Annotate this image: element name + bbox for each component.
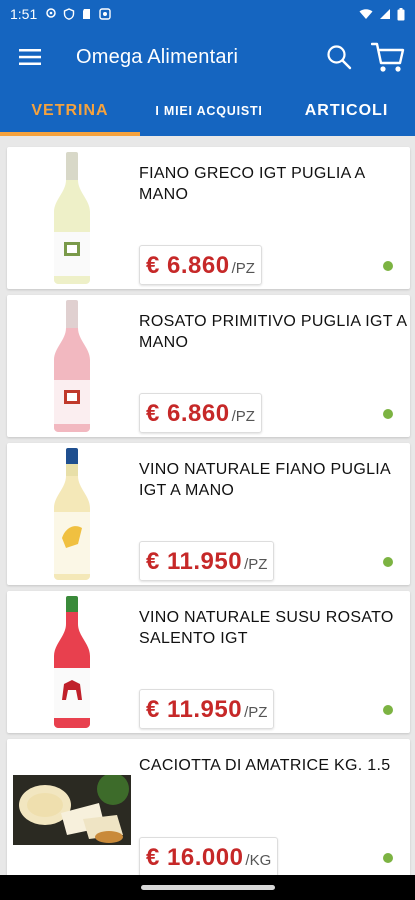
search-button[interactable] [322,40,356,74]
product-card[interactable]: FIANO GRECO IGT PUGLIA A MANO € 6.860 /P… [7,147,410,289]
natural-wine-bottle-icon [54,448,90,580]
product-list[interactable]: FIANO GRECO IGT PUGLIA A MANO € 6.860 /P… [0,140,415,875]
price-box: € 6.860 /PZ [139,245,262,285]
sd-card-icon [83,9,91,19]
availability-dot-icon [383,557,393,567]
product-image [13,448,131,580]
location-icon [46,8,56,18]
price-box: € 6.860 /PZ [139,393,262,433]
price-box: € 16.000 /KG [139,837,279,875]
product-name: VINO NATURALE FIANO PUGLIA IGT A MANO [139,461,391,499]
cheese-photo-icon [13,775,131,845]
product-price: € 11.950 [146,548,243,575]
app-title: Omega Alimentari [76,45,239,68]
product-name: ROSATO PRIMITIVO PUGLIA IGT A MANO [139,313,407,351]
product-card[interactable]: VINO NATURALE SUSU ROSATO SALENTO IGT € … [7,591,410,733]
product-card[interactable]: CACIOTTA DI AMATRICE KG. 1.5 € 16.000 /K… [7,739,410,875]
menu-button[interactable] [0,28,60,86]
cart-icon [371,42,405,72]
product-price: € 6.860 [146,252,230,279]
shield-icon [64,8,75,20]
signal-icon [380,9,390,19]
tab-articoli[interactable]: ARTICOLI [278,86,415,136]
white-wine-bottle-icon [54,152,90,284]
price-unit: /PZ [244,556,268,573]
app-bar: Omega Alimentari [0,28,415,86]
price-box: € 11.950 /PZ [139,689,275,729]
product-price: € 6.860 [146,400,230,427]
red-wine-bottle-icon [54,596,90,728]
product-image [13,596,131,728]
system-nav-bar [0,875,415,900]
product-card[interactable]: VINO NATURALE FIANO PUGLIA IGT A MANO € … [7,443,410,585]
hamburger-icon [19,49,41,65]
rose-wine-bottle-icon [54,300,90,432]
availability-dot-icon [383,853,393,863]
product-price: € 16.000 [146,844,244,871]
availability-dot-icon [383,705,393,715]
availability-dot-icon [383,409,393,419]
status-time: 1:51 [10,6,38,22]
tab-vetrina[interactable]: VETRINA [0,86,140,136]
tab-miei-acquisti[interactable]: I MIEI ACQUISTI [140,86,278,136]
wifi-icon [359,9,373,19]
notification-icon [99,8,111,20]
status-bar: 1:51 [0,0,415,28]
product-image [13,745,131,875]
product-image [13,152,131,284]
battery-icon [397,7,405,20]
tab-bar: VETRINA I MIEI ACQUISTI ARTICOLI [0,86,415,136]
product-card[interactable]: ROSATO PRIMITIVO PUGLIA IGT A MANO € 6.8… [7,295,410,437]
price-unit: /PZ [244,704,268,721]
price-unit: /PZ [231,408,255,425]
product-name: VINO NATURALE SUSU ROSATO SALENTO IGT [139,609,394,647]
cart-button[interactable] [368,38,408,76]
price-box: € 11.950 /PZ [139,541,275,581]
price-unit: /KG [245,852,272,869]
price-unit: /PZ [231,260,255,277]
product-price: € 11.950 [146,696,243,723]
product-image [13,300,131,432]
product-name: FIANO GRECO IGT PUGLIA A MANO [139,165,365,203]
product-name: CACIOTTA DI AMATRICE KG. 1.5 [139,757,391,774]
home-gesture-handle[interactable] [140,885,275,890]
search-icon [327,45,352,70]
availability-dot-icon [383,261,393,271]
